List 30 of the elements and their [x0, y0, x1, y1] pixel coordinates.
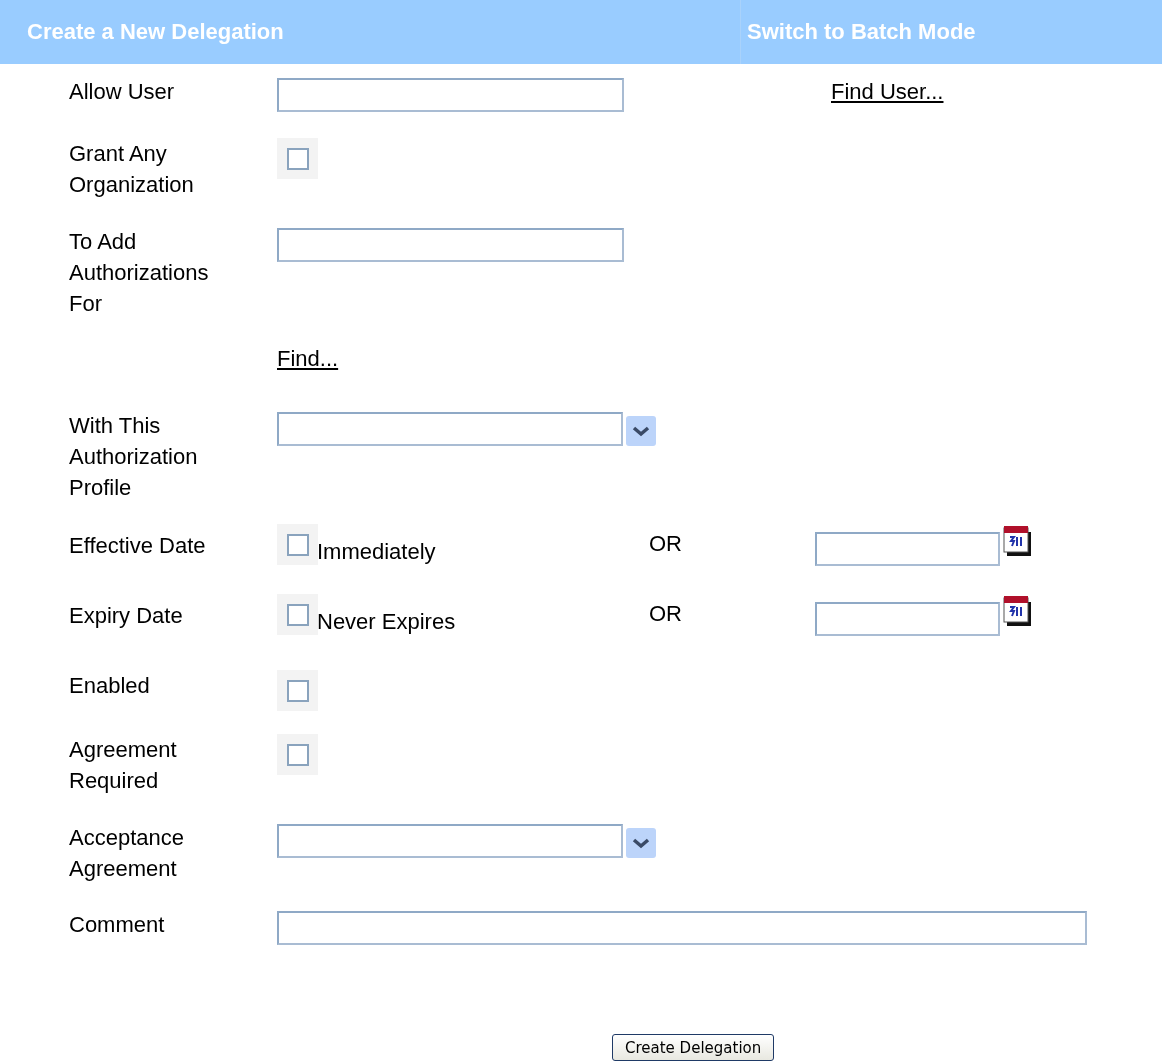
field-label: Expiry Date: [69, 602, 184, 630]
option-label: Immediately: [317, 538, 437, 566]
find-link[interactable]: Find...: [277, 343, 339, 374]
checkbox[interactable]: [277, 138, 318, 179]
field-label: Enabled: [69, 672, 151, 700]
field-label: With This Authorization Profile: [69, 412, 199, 502]
checkbox[interactable]: [277, 670, 318, 711]
field-label: Comment: [69, 911, 166, 939]
field-label: To Add Authorizations For: [69, 228, 210, 318]
create-delegation-button[interactable]: Create Delegation: [612, 1034, 775, 1061]
field-label: Effective Date: [69, 532, 207, 560]
input-field[interactable]: [277, 824, 623, 858]
field-label: Acceptance Agreement: [69, 824, 185, 883]
or-label: OR: [649, 600, 683, 628]
checkbox[interactable]: [277, 594, 318, 635]
input-field[interactable]: [815, 602, 1000, 636]
input-field[interactable]: [815, 532, 1000, 566]
or-label: OR: [649, 530, 683, 558]
input-field[interactable]: [277, 911, 1087, 945]
option-label: Never Expires: [317, 608, 457, 636]
input-field[interactable]: [277, 412, 623, 446]
field-label: Grant Any Organization: [69, 140, 195, 199]
input-field[interactable]: [277, 78, 624, 112]
field-label: Agreement Required: [69, 736, 178, 795]
field-label: Allow User: [69, 78, 176, 106]
find-user-link[interactable]: Find User...: [831, 76, 944, 107]
form-title: Create a New Delegation: [27, 19, 285, 45]
checkbox[interactable]: [277, 734, 318, 775]
checkbox[interactable]: [277, 524, 318, 565]
input-field[interactable]: [277, 228, 624, 262]
